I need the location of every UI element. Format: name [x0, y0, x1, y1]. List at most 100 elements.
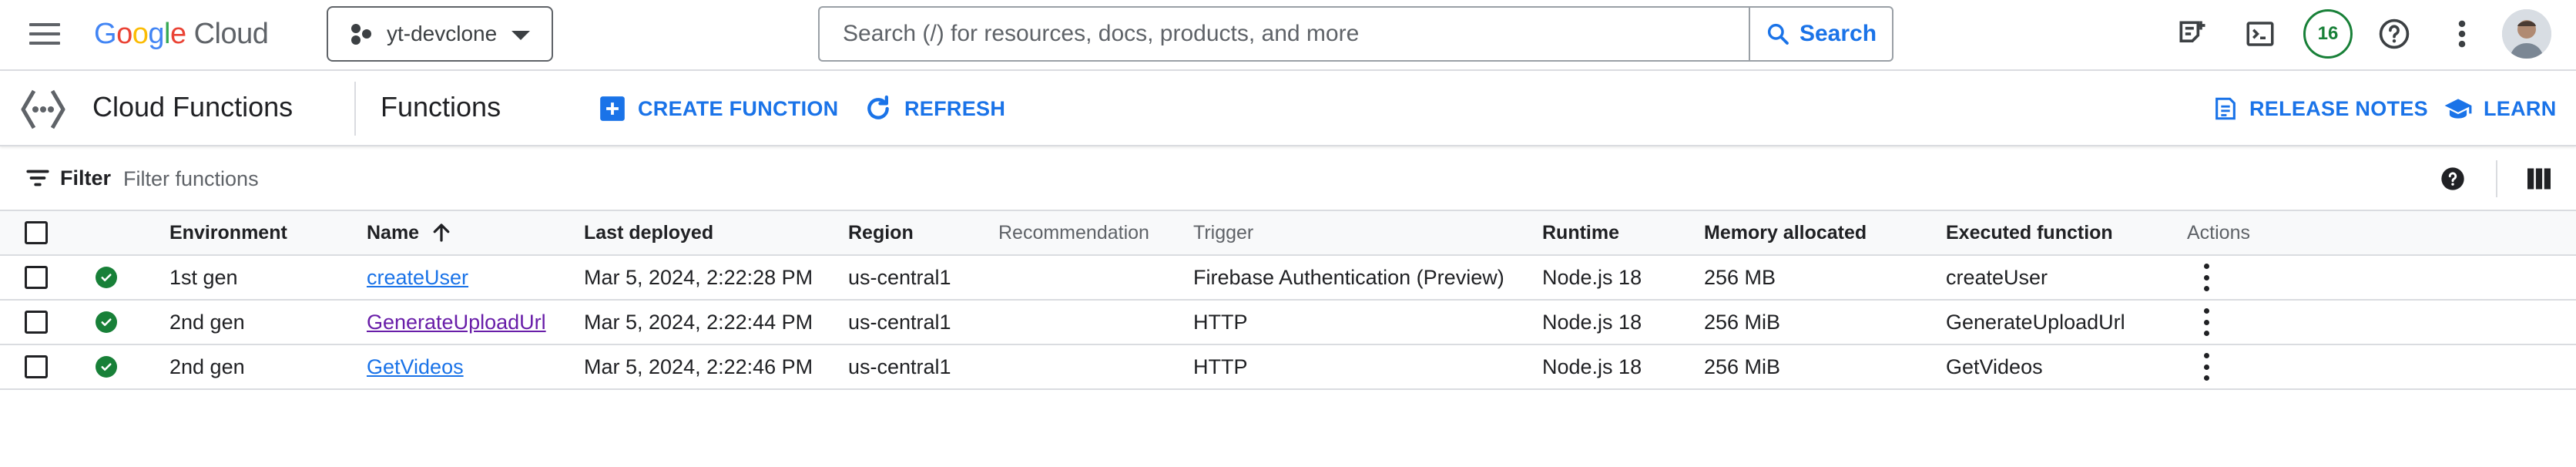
environment-cell: 2nd gen	[169, 310, 245, 334]
release-notes-label: RELEASE NOTES	[2249, 96, 2428, 120]
release-notes-icon	[2215, 97, 2236, 120]
more-vert-icon[interactable]	[2439, 11, 2485, 57]
last-deployed-cell: Mar 5, 2024, 2:22:46 PM	[584, 354, 813, 378]
actions-cell	[2197, 301, 2215, 344]
functions-table: Environment Name Last deployed Region Re…	[0, 211, 2576, 390]
select-all-checkbox[interactable]	[25, 221, 48, 244]
name-cell: createUser	[367, 256, 468, 299]
executed-function-cell: GenerateUploadUrl	[1946, 310, 2125, 334]
row-checkbox[interactable]	[25, 266, 48, 289]
table-row: 1st gen createUser Mar 5, 2024, 2:22:28 …	[0, 256, 2576, 301]
check-circle-icon	[96, 267, 117, 288]
logo-letter: G	[94, 17, 117, 50]
create-function-label: CREATE FUNCTION	[638, 96, 839, 120]
row-checkbox[interactable]	[25, 355, 48, 378]
header-executed-function[interactable]: Executed function	[1946, 211, 2113, 254]
search-bar: Search	[818, 6, 1893, 62]
more-vert-icon[interactable]	[2197, 308, 2215, 336]
filter-label: Filter	[60, 166, 112, 190]
actions-cell	[2197, 256, 2215, 299]
logo-letter: g	[148, 17, 164, 50]
executed-function-cell: GetVideos	[1946, 354, 2043, 378]
release-notes-button[interactable]: RELEASE NOTES	[2212, 92, 2428, 125]
refresh-button[interactable]: REFRESH	[863, 92, 1005, 125]
project-icon	[350, 22, 373, 45]
header-name-label: Name	[367, 221, 420, 244]
memory-cell: 256 MiB	[1704, 354, 1781, 378]
status-cell	[96, 345, 117, 388]
top-bar: Google Cloud yt-devclone Search 16	[0, 0, 2576, 71]
search-button-label: Search	[1799, 21, 1877, 46]
filter-input[interactable]	[123, 162, 817, 196]
header-memory[interactable]: Memory allocated	[1704, 211, 1867, 254]
logo-letter: o	[132, 17, 149, 50]
header-region[interactable]: Region	[848, 211, 914, 254]
header-actions: Actions	[2187, 221, 2250, 244]
refresh-icon	[867, 95, 889, 119]
column-display-icon[interactable]	[2525, 165, 2553, 193]
notes-icon[interactable]	[2169, 11, 2215, 57]
learn-button[interactable]: LEARN	[2444, 92, 2557, 125]
project-name: yt-devclone	[387, 22, 498, 45]
google-cloud-logo[interactable]: Google Cloud	[94, 15, 269, 52]
row-checkbox[interactable]	[25, 311, 48, 334]
row-select-cell	[25, 345, 48, 388]
filter-button[interactable]: Filter	[25, 165, 111, 191]
runtime-cell: Node.js 18	[1542, 354, 1642, 378]
product-header: Cloud Functions Functions CREATE FUNCTIO…	[0, 72, 2576, 146]
search-button[interactable]: Search	[1749, 8, 1892, 60]
product-name: Cloud Functions	[92, 91, 293, 123]
runtime-cell: Node.js 18	[1542, 265, 1642, 289]
divider	[2496, 160, 2497, 197]
project-picker[interactable]: yt-devclone	[327, 6, 553, 62]
row-select-cell	[25, 301, 48, 344]
arrow-upward-icon	[433, 223, 450, 242]
region-cell: us-central1	[848, 354, 951, 378]
actions-cell	[2197, 345, 2215, 388]
function-name-link[interactable]: GenerateUploadUrl	[367, 311, 546, 334]
create-function-button[interactable]: CREATE FUNCTION	[598, 92, 839, 125]
avatar[interactable]	[2502, 9, 2551, 59]
region-cell: us-central1	[848, 310, 951, 334]
logo-letter: o	[116, 17, 132, 50]
status-cell	[96, 256, 117, 299]
learn-label: LEARN	[2484, 96, 2557, 120]
environment-cell: 2nd gen	[169, 354, 245, 378]
function-name-link[interactable]: GetVideos	[367, 355, 464, 379]
search-input[interactable]	[820, 8, 1749, 60]
add-box-icon	[600, 96, 625, 121]
header-last-deployed[interactable]: Last deployed	[584, 211, 713, 254]
environment-cell: 1st gen	[169, 265, 238, 289]
header-runtime[interactable]: Runtime	[1542, 211, 1619, 254]
check-circle-icon	[96, 356, 117, 378]
caret-down-icon	[512, 31, 530, 40]
status-cell	[96, 301, 117, 344]
logo-letter: l	[163, 17, 170, 50]
header-environment[interactable]: Environment	[169, 211, 287, 254]
notifications-badge[interactable]: 16	[2303, 9, 2353, 59]
more-vert-icon[interactable]	[2197, 264, 2215, 291]
header-recommendation: Recommendation	[998, 221, 1149, 244]
name-cell: GetVideos	[367, 345, 464, 388]
search-icon	[1767, 23, 1789, 45]
region-cell: us-central1	[848, 265, 951, 289]
page-title: Functions	[381, 91, 501, 123]
more-vert-icon[interactable]	[2197, 353, 2215, 381]
memory-cell: 256 MiB	[1704, 310, 1781, 334]
table-header-row: Environment Name Last deployed Region Re…	[0, 211, 2576, 256]
school-icon	[2444, 99, 2472, 119]
table-row: 2nd gen GetVideos Mar 5, 2024, 2:22:46 P…	[0, 345, 2576, 390]
menu-icon[interactable]	[29, 22, 60, 46]
help-circle-icon[interactable]	[2437, 163, 2468, 194]
help-icon[interactable]	[2371, 11, 2417, 57]
row-select-cell	[25, 256, 48, 299]
table-row: 2nd gen GenerateUploadUrl Mar 5, 2024, 2…	[0, 301, 2576, 345]
runtime-cell: Node.js 18	[1542, 310, 1642, 334]
refresh-label: REFRESH	[904, 96, 1006, 120]
function-name-link[interactable]: createUser	[367, 266, 468, 290]
header-name[interactable]: Name	[367, 211, 453, 254]
terminal-icon[interactable]	[2237, 11, 2283, 57]
filter-bar: Filter	[0, 148, 2576, 211]
executed-function-cell: createUser	[1946, 265, 2048, 289]
check-circle-icon	[96, 311, 117, 333]
